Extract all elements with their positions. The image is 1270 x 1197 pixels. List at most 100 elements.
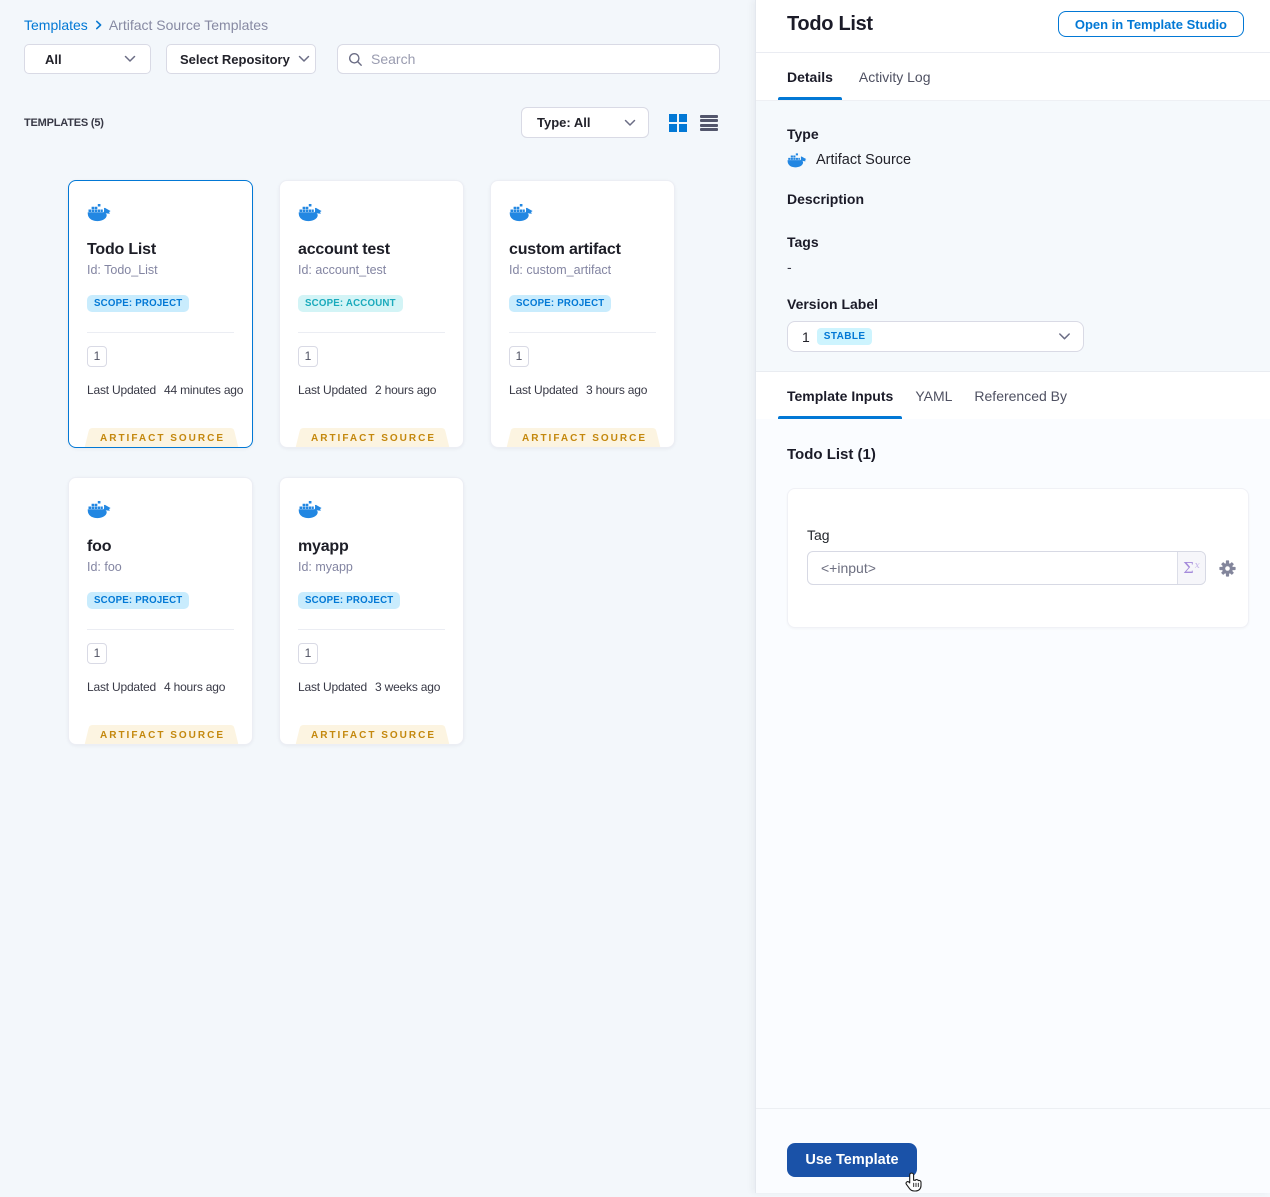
version-label: Version Label	[787, 296, 879, 312]
list-view-icon[interactable]	[700, 114, 718, 132]
artifact-source-ribbon: ARTIFACT SOURCE	[69, 428, 252, 447]
last-updated-value: 44 minutes ago	[164, 382, 244, 397]
last-updated-label: Last Updated	[87, 382, 156, 397]
template-card-title: foo	[87, 537, 112, 555]
tags-value: -	[787, 259, 792, 275]
expression-input-toggle[interactable]: Σx	[1177, 552, 1205, 584]
breadcrumb-current: Artifact Source Templates	[108, 17, 269, 33]
search-input[interactable]	[371, 51, 709, 67]
details-section: Type Artifact Source Description Tags - …	[756, 101, 1270, 371]
version-value: 1	[802, 328, 810, 345]
template-card[interactable]: Todo List Id: Todo_List SCOPE: PROJECT 1…	[68, 180, 253, 448]
scope-badge: SCOPE: PROJECT	[87, 294, 190, 312]
docker-icon	[787, 152, 807, 167]
tag-input-row: Σx	[807, 551, 1236, 585]
artifact-source-ribbon-label: ARTIFACT SOURCE	[311, 730, 436, 741]
list-bar	[700, 115, 718, 118]
template-card[interactable]: account test Id: account_test SCOPE: ACC…	[279, 180, 464, 448]
type-filter-value: Type: All	[537, 115, 591, 130]
sigma-icon: Σ	[1183, 559, 1194, 577]
scope-badge: SCOPE: ACCOUNT	[298, 294, 403, 312]
templates-list-panel: Templates Artifact Source Templates All …	[0, 0, 755, 1193]
template-card-id: Id: Todo_List	[87, 262, 158, 277]
breadcrumb-chevron-icon	[95, 20, 102, 30]
last-updated-row: Last Updated 4 hours ago	[87, 680, 234, 694]
artifact-source-ribbon-label: ARTIFACT SOURCE	[100, 433, 225, 444]
open-in-template-studio-button[interactable]: Open in Template Studio	[1057, 11, 1244, 37]
artifact-source-ribbon-label: ARTIFACT SOURCE	[100, 730, 225, 741]
details-footer: Use Template	[756, 1108, 1270, 1193]
chevron-down-icon	[124, 55, 136, 63]
last-updated-value: 4 hours ago	[164, 679, 226, 694]
inputs-card: Tag Σx	[787, 488, 1249, 628]
tag-input[interactable]	[808, 552, 1177, 584]
template-card-id: Id: foo	[87, 559, 122, 574]
search-box	[337, 44, 720, 74]
tab-yaml[interactable]: YAML	[906, 372, 961, 419]
chevron-down-icon	[1058, 332, 1071, 341]
scope-filter-value: All	[45, 51, 62, 67]
last-updated-value: 3 hours ago	[586, 382, 648, 397]
scope-badge: SCOPE: PROJECT	[87, 591, 190, 609]
version-count-chip: 1	[509, 345, 529, 367]
tab-referenced-by[interactable]: Referenced By	[965, 372, 1076, 419]
template-card[interactable]: myapp Id: myapp SCOPE: PROJECT 1 Last Up…	[279, 477, 464, 745]
scope-badge: SCOPE: PROJECT	[298, 591, 401, 609]
template-card-id: Id: account_test	[298, 262, 387, 277]
sigma-icon-x: x	[1194, 561, 1200, 571]
docker-icon	[298, 501, 322, 519]
docker-icon	[87, 501, 111, 519]
version-count-chip: 1	[298, 642, 318, 664]
repository-filter-select[interactable]: Select Repository	[166, 44, 316, 74]
template-card-title: myapp	[298, 537, 349, 555]
use-template-button[interactable]: Use Template	[787, 1143, 917, 1177]
artifact-source-ribbon-label: ARTIFACT SOURCE	[311, 433, 436, 444]
last-updated-label: Last Updated	[87, 679, 156, 694]
template-card[interactable]: custom artifact Id: custom_artifact SCOP…	[490, 180, 675, 448]
scope-badge: SCOPE: PROJECT	[509, 294, 612, 312]
template-inputs-content: Todo List (1) Tag Σx	[756, 419, 1270, 1108]
artifact-source-ribbon: ARTIFACT SOURCE	[491, 428, 674, 447]
docker-icon	[298, 204, 322, 222]
template-cards-grid: Todo List Id: Todo_List SCOPE: PROJECT 1…	[68, 180, 688, 745]
tab-activity-log[interactable]: Activity Log	[850, 53, 940, 100]
stable-badge: STABLE	[816, 328, 873, 345]
chevron-down-icon	[298, 55, 310, 63]
template-card-title: Todo List	[87, 240, 156, 258]
card-divider	[87, 628, 234, 630]
chevron-down-icon	[624, 119, 636, 127]
breadcrumb-templates-link[interactable]: Templates	[24, 17, 88, 33]
scope-filter-select[interactable]: All	[24, 44, 151, 74]
filter-row: All Select Repository	[24, 44, 720, 74]
type-label: Type	[787, 126, 819, 142]
grid-view-icon[interactable]	[669, 114, 687, 132]
breadcrumb: Templates Artifact Source Templates	[24, 17, 268, 33]
tag-input-wrap: Σx	[807, 551, 1206, 585]
card-divider	[298, 331, 445, 333]
details-header: Todo List Open in Template Studio	[756, 0, 1270, 53]
artifact-source-ribbon: ARTIFACT SOURCE	[69, 725, 252, 744]
template-card[interactable]: foo Id: foo SCOPE: PROJECT 1 Last Update…	[68, 477, 253, 745]
last-updated-value: 2 hours ago	[375, 382, 437, 397]
type-filter-select[interactable]: Type: All	[521, 107, 649, 138]
version-count-chip: 1	[87, 642, 107, 664]
version-count-chip: 1	[298, 345, 318, 367]
type-value-row: Artifact Source	[787, 152, 1240, 168]
version-select[interactable]: 1 STABLE	[787, 321, 1084, 352]
details-title: Todo List	[787, 12, 873, 35]
gear-icon[interactable]	[1219, 559, 1236, 577]
last-updated-row: Last Updated 3 hours ago	[509, 383, 656, 397]
last-updated-row: Last Updated 44 minutes ago	[87, 382, 243, 397]
template-card-title: custom artifact	[509, 240, 621, 258]
artifact-source-ribbon-label: ARTIFACT SOURCE	[522, 433, 647, 444]
card-divider	[298, 628, 445, 630]
template-card-id: Id: myapp	[298, 559, 353, 574]
inputs-heading: Todo List (1)	[787, 446, 876, 463]
list-bar	[700, 123, 718, 127]
tab-details[interactable]: Details	[778, 53, 842, 100]
tag-label: Tag	[807, 527, 830, 543]
tab-template-inputs[interactable]: Template Inputs	[778, 372, 903, 419]
last-updated-row: Last Updated 3 weeks ago	[298, 680, 445, 694]
docker-icon	[87, 204, 111, 222]
card-divider	[87, 331, 234, 333]
